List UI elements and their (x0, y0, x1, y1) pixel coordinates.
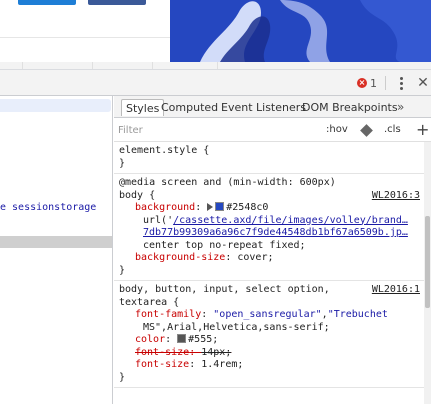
prop-value: 14px; (201, 346, 232, 358)
more-tabs-icon[interactable]: » (397, 99, 404, 116)
dock-segment (93, 62, 153, 69)
color-swatch[interactable] (177, 334, 187, 343)
share-button[interactable] (18, 0, 76, 5)
styles-rules: element.style { } @media screen and (min… (114, 142, 424, 404)
prop-value: cover; (237, 252, 274, 263)
prop-value: "open_sansregular" (213, 309, 322, 320)
facebook-button[interactable] (88, 0, 146, 5)
rule-close: } (119, 157, 126, 169)
error-counter[interactable]: × 1 (357, 76, 377, 90)
rule-element-style: element.style { } (114, 142, 424, 174)
prop-value: 1.4rem; (201, 359, 244, 370)
close-icon[interactable]: ✕ (416, 75, 430, 91)
devtools-panel: × 1 ✕ e sessionstorage Styles Computed E… (0, 62, 431, 404)
declaration-url[interactable]: url('/cassette.axd/file/images/volley/br… (119, 215, 420, 228)
styles-filter-bar: :hov .cls + (114, 119, 431, 142)
rule-selector-cont[interactable]: textarea { (119, 297, 420, 310)
dock-segment (0, 62, 23, 69)
declaration-background-size[interactable]: background-size: cover; (119, 252, 420, 265)
declaration-url-cont[interactable]: 7db77b99309a6a96c7f9de44548db1bf67a6509b… (119, 227, 420, 240)
declaration-color[interactable]: color: #555; (119, 334, 420, 347)
prop-name: color (135, 334, 166, 345)
filter-input[interactable] (118, 123, 298, 138)
error-icon: × (357, 78, 367, 88)
hov-toggle[interactable]: :hov (326, 124, 348, 135)
add-rule-icon[interactable]: + (416, 120, 429, 139)
url-prefix: url(' (143, 214, 174, 226)
source-link[interactable]: WL2016:3 (372, 190, 420, 201)
selected-node-row[interactable] (0, 99, 111, 112)
tab-dom-breakpoints[interactable]: DOM Breakpoints (298, 99, 402, 116)
prop-value: "Trebuchet (327, 309, 388, 320)
rule-body-background: @media screen and (min-width: 600px) WL2… (114, 174, 424, 281)
devtools-toolbar: × 1 ✕ (0, 70, 431, 96)
horizontal-scrollbar[interactable] (0, 236, 112, 248)
tab-event-listeners[interactable]: Event Listeners (217, 99, 310, 116)
error-count: 1 (370, 76, 377, 90)
expand-triangle-icon[interactable] (207, 203, 214, 211)
hero-art (170, 0, 431, 62)
declaration-font-size[interactable]: font-size: 1.4rem; (119, 359, 420, 372)
media-query: @media screen and (min-width: 600px) (119, 177, 336, 188)
declaration-bg-tail: center top no-repeat fixed; (143, 239, 306, 251)
declaration-font-size-overridden[interactable]: font-size: 14px; (119, 347, 420, 360)
url-link[interactable]: /cassette.axd/file/images/volley/brand… (173, 215, 408, 226)
dock-strip (0, 62, 431, 70)
prop-name: font-family (135, 309, 202, 320)
dock-segment (23, 62, 93, 69)
prop-value: #555; (188, 334, 219, 345)
elements-tree[interactable]: e sessionstorage (0, 96, 113, 404)
vertical-scrollbar[interactable] (424, 142, 431, 404)
web-page-area (0, 0, 431, 62)
declaration-background[interactable]: background: #2548c0 (119, 202, 420, 215)
more-options-icon[interactable] (396, 75, 406, 91)
source-link[interactable]: WL2016:1 (372, 284, 420, 295)
scrollbar-thumb[interactable] (425, 216, 430, 308)
prop-name: background (135, 202, 196, 213)
declaration-font-family-cont: MS",Arial,Helvetica,sans-serif; (143, 321, 330, 333)
declaration-font-family[interactable]: font-family: "open_sansregular","Trebuch… (119, 309, 420, 322)
hero-image (170, 0, 431, 62)
prop-value: #2548c0 (226, 202, 269, 213)
color-swatch[interactable] (215, 202, 225, 211)
rule-body-font: WL2016:1 body, button, input, select opt… (114, 281, 424, 388)
sidebar-tabs: Styles Computed Event Listeners DOM Brea… (114, 96, 431, 118)
rule-selector[interactable]: element.style { (119, 145, 420, 158)
prop-name: font-size (135, 346, 190, 358)
url-link[interactable]: 7db77b99309a6a96c7f9de44548db1bf67a6509b… (143, 227, 408, 238)
divider (0, 37, 170, 38)
rendering-paint-icon[interactable] (360, 124, 373, 137)
rule-close: } (119, 371, 126, 383)
toolbar-separator (385, 76, 386, 90)
rule-close: } (119, 264, 126, 276)
cls-toggle[interactable]: .cls (384, 124, 401, 135)
tab-computed[interactable]: Computed (157, 99, 222, 116)
tree-text: e sessionstorage (0, 202, 97, 213)
dock-segment (153, 62, 218, 69)
prop-name: font-size (135, 359, 190, 370)
prop-name: background-size (135, 252, 226, 263)
